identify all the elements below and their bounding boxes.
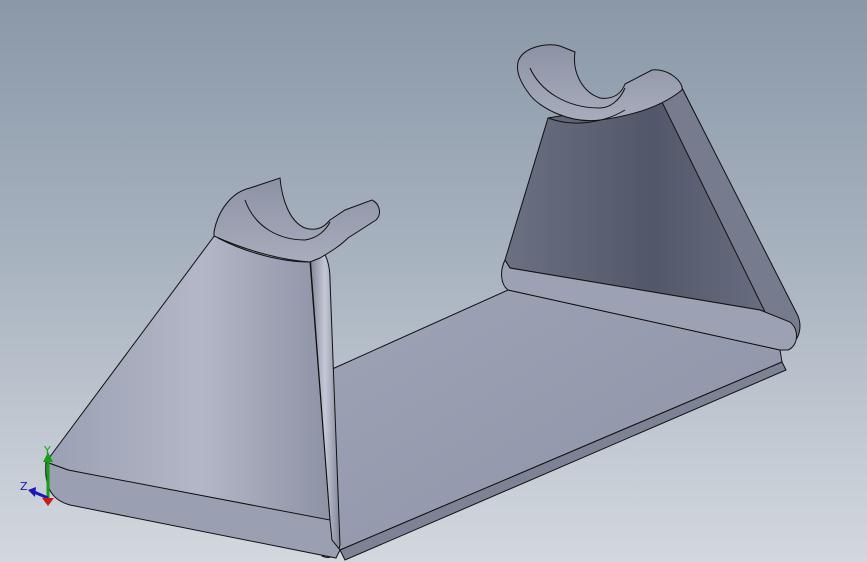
- graphics-viewport[interactable]: Y Z: [0, 0, 867, 562]
- x-axis-arrowhead: [42, 498, 54, 506]
- z-axis-arrowhead: [28, 487, 36, 497]
- reference-triad[interactable]: Y Z: [18, 440, 78, 520]
- base-plate[interactable]: [329, 258, 797, 561]
- y-axis-label: Y: [43, 444, 51, 457]
- left-upright[interactable]: [45, 177, 380, 559]
- 3d-model-view[interactable]: [0, 0, 867, 562]
- z-axis-label: Z: [20, 480, 28, 493]
- z-axis-arrow: [33, 490, 49, 500]
